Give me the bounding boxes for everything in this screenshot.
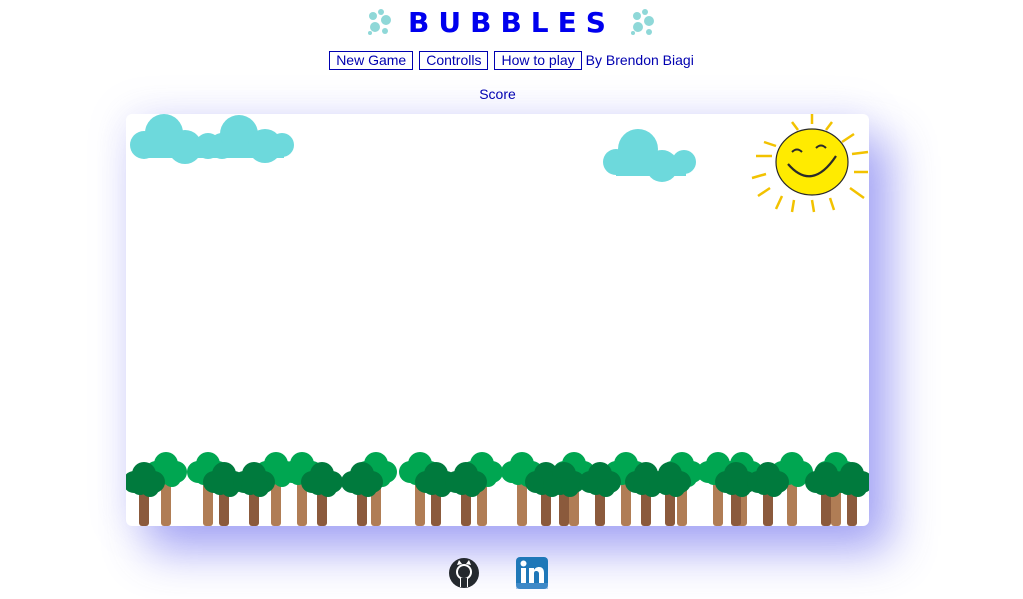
how-to-play-button[interactable]: How to play [494,50,582,70]
linkedin-icon[interactable] [515,555,549,591]
title-bar: BUBBLES [0,2,1023,42]
bubbles-icon-right [630,9,654,35]
score-label: Score [479,86,516,102]
bubbles-icon-left [368,9,392,35]
game-scene [126,114,869,526]
cloud-left [130,114,294,164]
github-icon[interactable] [447,555,481,591]
page-title: BUBBLES [408,5,615,39]
sun [751,114,869,213]
controls-button[interactable]: Controlls [419,50,489,70]
forest [126,452,869,526]
author-credit: By Brendon Biagi [585,52,694,68]
nav-bar: New Game Controlls How to play By Brendo… [0,50,1023,70]
cloud-right [603,129,696,182]
game-board[interactable] [126,114,869,526]
footer-links [0,555,995,591]
new-game-button[interactable]: New Game [329,50,414,70]
